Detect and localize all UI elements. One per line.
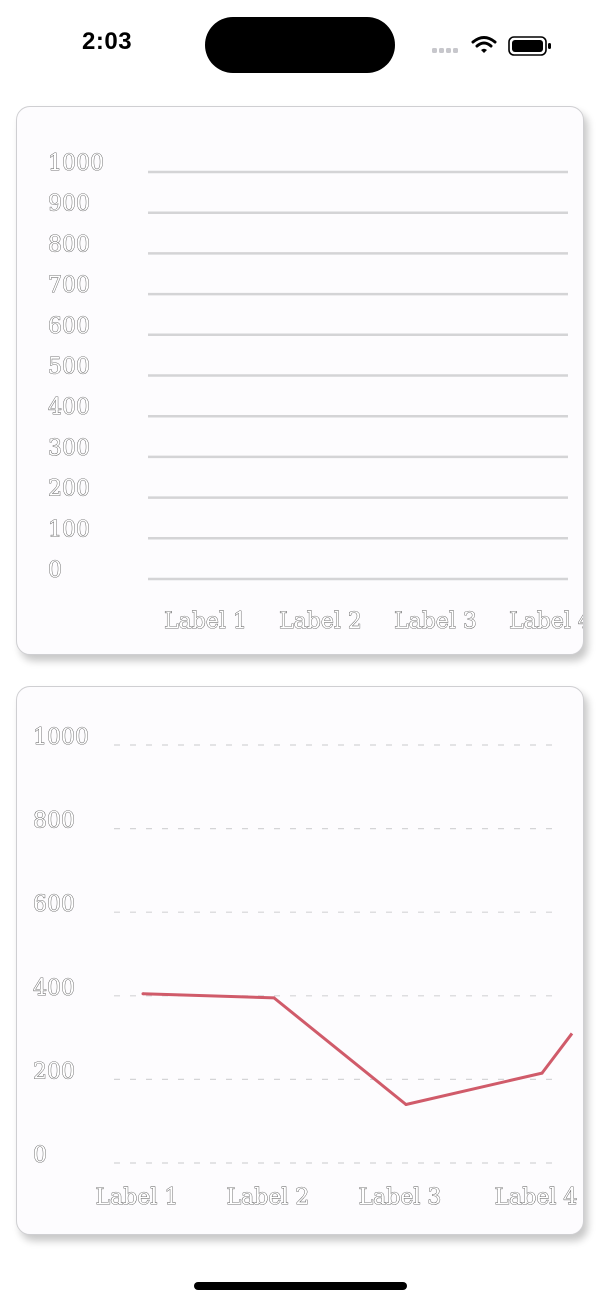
x-tick-label: Label 2 [279,609,362,634]
x-tick-label: Label 3 [394,609,477,634]
y-tick-label: 800 [48,232,90,257]
y-tick-label: 500 [48,355,90,380]
status-time: 2:03 [82,28,133,55]
y-tick-label: 300 [48,436,90,461]
y-tick-label: 200 [33,1059,75,1084]
x-tick-label: Label 4 [495,1185,578,1210]
dynamic-island [205,17,395,73]
status-icons-svg [432,36,551,56]
bar-chart: 10009008007006005004003002001000Label 1L… [48,151,583,635]
x-tick-label: Label 1 [96,1185,179,1210]
data-point [272,996,276,1000]
y-tick-label: 600 [33,892,75,917]
y-tick-label: 800 [33,809,75,834]
data-point [141,992,145,996]
x-axis-ticks: Label 1 Label 2 Label 3 Label 4 [164,609,583,635]
y-tick-label: 400 [33,976,75,1001]
home-indicator [194,1282,407,1290]
x-tick-label: Label 3 [359,1185,442,1210]
series-line [142,992,574,1106]
x-tick-label: Label 2 [227,1185,310,1210]
line-chart-card: 1000 800 600 400 200 0 Label 1 Label 2 Label 3 La… [16,686,584,1235]
y-tick-label: 1000 [33,725,89,750]
y-tick-label: 900 [48,192,90,217]
y-tick-label: 100 [48,517,90,542]
y-tick-label: 200 [48,477,90,502]
grid-lines [148,170,568,581]
line-series [141,992,574,1106]
y-tick-label: 1000 [48,151,104,176]
line-chart: 10008006004002000Label 1 Label 2 Label 3 La… [33,725,578,1211]
data-point [404,1102,408,1106]
battery-icon [508,36,551,56]
y-axis-ticks: 10009008007006005004003002001000 [48,151,105,584]
status-icons [430,34,555,58]
y-tick-label: 0 [33,1143,47,1168]
bar-chart-card: 1000 900 800 700 600 500 400 300 200 100 0 Label 1L… [16,106,584,655]
x-tick-label: Label 4 [509,609,583,634]
data-point [540,1071,544,1075]
grid-lines [114,744,557,1164]
signal-dots-icon [432,48,458,53]
status-bar: 2:03 [0,0,600,90]
y-tick-label: 600 [48,314,90,339]
y-tick-label: 400 [48,395,90,420]
y-tick-label: 700 [48,273,90,298]
x-axis-ticks: Label 1 Label 2 Label 3 Label 4 [95,1185,578,1211]
y-axis-ticks: 1000 800 600 400 200 0 [33,725,90,1169]
y-tick-label: 0 [48,558,62,583]
x-tick-label: Label 1 [164,609,247,634]
wifi-icon [471,36,497,53]
